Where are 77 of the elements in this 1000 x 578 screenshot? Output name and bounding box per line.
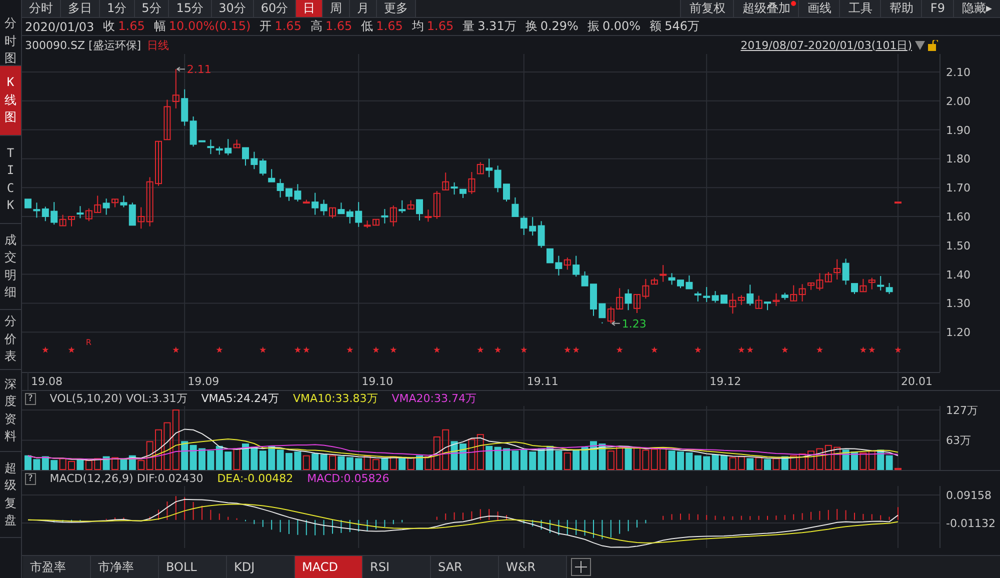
indicator-tab[interactable]: MACD <box>295 556 363 578</box>
help-button[interactable]: ? <box>25 392 36 404</box>
indicator-legend: DEA:-0.00482 <box>217 472 294 485</box>
toolbar-button[interactable]: 前复权 <box>680 0 734 17</box>
side-tab[interactable]: 分价表 <box>0 310 21 370</box>
price-extreme-label: 1.23 <box>622 317 646 330</box>
indicator-legend: VMA10:33.83万 <box>293 391 378 406</box>
date-axis-label: 20.01 <box>901 375 932 388</box>
price-tick-label: 1.50 <box>946 239 970 252</box>
toolbar-button[interactable]: 帮助 <box>880 0 922 17</box>
event-mark-label: R <box>86 338 92 347</box>
quote-field: 收 1.65 <box>103 18 145 35</box>
macd-tick-label: 0.09158 <box>946 489 992 502</box>
date-axis-label: 19.09 <box>188 375 220 388</box>
date-axis-label: 19.11 <box>526 375 558 388</box>
toolbar-button[interactable]: 超级叠加 <box>733 0 798 17</box>
indicator-tab[interactable]: 市盈率 <box>23 556 91 578</box>
date-range-link[interactable]: 2019/08/07-2020/01/03(101日) <box>740 38 912 52</box>
quote-field: 额 546万 <box>650 18 700 35</box>
side-tab[interactable]: 超级复盘 <box>0 452 21 538</box>
toolbar-button[interactable]: 画线 <box>798 0 840 17</box>
indicator-tab[interactable]: 市净率 <box>91 556 159 578</box>
quote-field: 高 1.65 <box>310 18 352 35</box>
price-tick-label: 2.00 <box>946 94 970 108</box>
toolbar-button[interactable]: 隐藏▸ <box>952 0 1000 17</box>
quote-field: 振 0.00% <box>587 18 641 35</box>
volume-tick-label: 63万 <box>946 434 971 448</box>
period-tab[interactable]: 5分 <box>134 0 170 17</box>
indicator-legend: MACD(12,26,9) DIF:0.02430 <box>50 472 204 485</box>
toolbar-button[interactable]: 工具 <box>839 0 880 17</box>
price-tick-label: 1.80 <box>946 152 970 166</box>
macd-tick-label: -0.01132 <box>946 517 996 530</box>
period-tab[interactable]: 更多 <box>377 0 416 17</box>
indicator-legend: VOL(5,10,20) VOL:3.31万 <box>50 391 188 406</box>
period-tab[interactable]: 日 <box>296 0 324 17</box>
indicator-tab[interactable]: KDJ <box>227 556 295 578</box>
period-tab[interactable]: 30分 <box>212 0 254 17</box>
period-tab[interactable]: 月 <box>350 0 378 17</box>
price-tick-label: 1.90 <box>946 124 970 137</box>
period-tab[interactable]: 60分 <box>254 0 296 17</box>
side-tab[interactable]: TICK <box>0 136 21 224</box>
price-tick-label: 1.40 <box>946 268 970 282</box>
date-axis-label: 19.10 <box>362 375 394 388</box>
date-axis-label: 19.08 <box>31 375 62 388</box>
quote-field: 低 1.65 <box>361 18 403 35</box>
indicator-legend: VMA5:24.24万 <box>201 391 280 406</box>
price-extreme-label: 2.11 <box>186 63 212 76</box>
price-tick-label: 1.20 <box>946 326 970 340</box>
indicator-tab[interactable]: W&R <box>499 556 567 578</box>
side-tab[interactable]: K线图 <box>0 66 21 136</box>
price-tick-label: 1.60 <box>946 210 970 224</box>
side-tab[interactable]: 成交明细 <box>0 224 21 310</box>
indicator-legend: MACD:0.05826 <box>307 472 390 485</box>
period-tab[interactable]: 1分 <box>100 0 135 17</box>
price-tick-label: 2.10 <box>946 66 970 79</box>
period-tab[interactable]: 多日 <box>61 0 100 17</box>
side-tab[interactable]: 深度资料 <box>0 370 21 452</box>
price-tick-label: 1.70 <box>946 182 970 195</box>
price-tick-label: 1.30 <box>946 297 970 310</box>
quote-field: 均 1.65 <box>412 18 454 35</box>
indicator-legend: VMA20:33.74万 <box>392 391 476 406</box>
help-button[interactable]: ? <box>25 472 36 484</box>
indicator-tab[interactable]: RSI <box>363 556 431 578</box>
indicator-tab[interactable]: BOLL <box>159 556 227 578</box>
date-axis-label: 19.12 <box>710 375 742 388</box>
quote-field: 开 1.65 <box>260 18 302 35</box>
period-tab[interactable]: 分时 <box>22 0 61 17</box>
stock-title: 300090.SZ [盛运环保] 日线 <box>25 38 170 52</box>
indicator-tab[interactable]: SAR <box>431 556 499 578</box>
volume-tick-label: 127万 <box>946 406 978 417</box>
quote-field: 幅 10.00%(0.15) <box>154 18 251 35</box>
toolbar-button[interactable]: F9 <box>921 0 953 17</box>
period-tab[interactable]: 15分 <box>169 0 212 17</box>
quote-field: 量 3.31万 <box>462 18 516 35</box>
period-tab[interactable]: 周 <box>323 0 350 17</box>
quote-date: 2020/01/03 <box>25 20 94 34</box>
quote-field: 换 0.29% <box>525 18 578 35</box>
